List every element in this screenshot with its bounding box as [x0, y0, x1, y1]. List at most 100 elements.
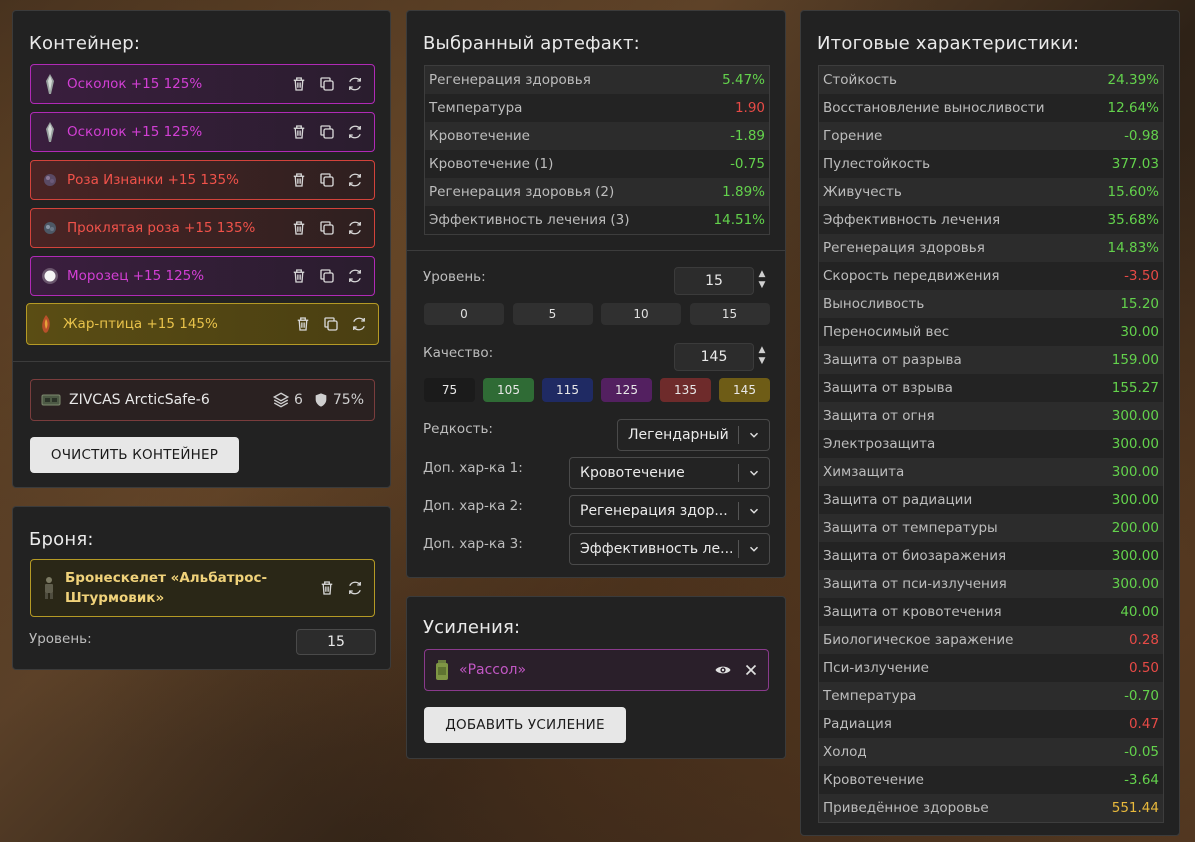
stat-value: 15.20: [1120, 296, 1159, 312]
quality-input[interactable]: 145: [674, 343, 754, 371]
eye-icon[interactable]: [714, 661, 732, 679]
trash-icon[interactable]: [290, 267, 308, 285]
close-icon[interactable]: [742, 661, 760, 679]
chevron-down-icon: [739, 428, 769, 442]
copy-icon[interactable]: [318, 123, 336, 141]
level-step-button[interactable]: 5: [512, 303, 593, 325]
extra2-select[interactable]: Регенерация здор...: [569, 495, 770, 527]
trash-icon[interactable]: [290, 171, 308, 189]
container-item[interactable]: Осколок +15 125%: [30, 112, 375, 152]
container-item[interactable]: Роза Изнанки +15 135%: [30, 160, 375, 200]
armor-actions: [318, 579, 364, 597]
stat-label: Биологическое заражение: [823, 632, 1014, 648]
replace-icon[interactable]: [346, 579, 364, 597]
trash-icon[interactable]: [294, 315, 312, 333]
case-icon: [41, 393, 61, 407]
stat-label: Регенерация здоровья (2): [429, 184, 615, 200]
armor-level-input[interactable]: 15: [296, 629, 376, 655]
quality-step-button[interactable]: 125: [601, 378, 652, 402]
replace-icon[interactable]: [346, 219, 364, 237]
stat-label: Кровотечение (1): [429, 156, 554, 172]
stat-value: 12.64%: [1107, 100, 1159, 116]
extra1-value: Кровотечение: [580, 465, 685, 481]
stat-row: Защита от взрыва 155.27: [819, 374, 1163, 402]
replace-icon[interactable]: [346, 123, 364, 141]
stat-row: Горение -0.98: [819, 122, 1163, 150]
totals-panel: Итоговые характеристики: Стойкость 24.39%…: [800, 10, 1180, 836]
stat-value: 300.00: [1111, 408, 1159, 424]
extra3-value: Эффективность ле...: [580, 541, 734, 557]
copy-icon[interactable]: [318, 171, 336, 189]
case-item[interactable]: ZIVCAS ArcticSafe-6 6 75%: [30, 379, 375, 421]
artifact-icon: [41, 73, 59, 95]
replace-icon[interactable]: [346, 171, 364, 189]
container-item-name: Проклятая роза +15 135%: [67, 220, 256, 236]
stat-row: Химзащита 300.00: [819, 458, 1163, 486]
copy-icon[interactable]: [322, 315, 340, 333]
stat-value: -3.50: [1124, 268, 1159, 284]
container-item[interactable]: Морозец +15 125%: [30, 256, 375, 296]
trash-icon[interactable]: [318, 579, 336, 597]
stat-row: Защита от пси-излучения 300.00: [819, 570, 1163, 598]
boost-item[interactable]: «Рассол»: [424, 649, 769, 691]
quality-step-button[interactable]: 75: [424, 378, 475, 402]
extra1-select[interactable]: Кровотечение: [569, 457, 770, 489]
trash-icon[interactable]: [290, 75, 308, 93]
artifact-panel: Выбранный артефакт: Регенерация здоровья…: [406, 10, 786, 578]
stat-label: Эффективность лечения: [823, 212, 1001, 228]
extra3-label: Доп. хар-ка 3:: [423, 536, 523, 552]
stat-label: Холод: [823, 744, 867, 760]
stat-value: -0.98: [1124, 128, 1159, 144]
copy-icon[interactable]: [318, 267, 336, 285]
quality-step-button[interactable]: 115: [542, 378, 593, 402]
replace-icon[interactable]: [346, 75, 364, 93]
level-input[interactable]: 15: [674, 267, 754, 295]
replace-icon[interactable]: [350, 315, 368, 333]
armor-item[interactable]: Бронескелет «Альбатрос-Штурмовик»: [30, 559, 375, 617]
stat-label: Выносливость: [823, 296, 925, 312]
item-actions: [290, 219, 364, 237]
copy-icon[interactable]: [318, 75, 336, 93]
quality-step-button[interactable]: 145: [719, 378, 770, 402]
stat-row: Переносимый вес 30.00: [819, 318, 1163, 346]
stat-label: Защита от радиации: [823, 492, 973, 508]
stat-label: Горение: [823, 128, 883, 144]
stat-label: Защита от пси-излучения: [823, 576, 1007, 592]
rarity-select[interactable]: Легендарный: [617, 419, 770, 451]
boosts-title: Усиления:: [423, 617, 521, 638]
quality-step-button[interactable]: 105: [483, 378, 534, 402]
stat-label: Пулестойкость: [823, 156, 931, 172]
stat-value: 551.44: [1111, 800, 1159, 816]
trash-icon[interactable]: [290, 219, 308, 237]
stat-row: Регенерация здоровья (2) 1.89%: [425, 178, 769, 206]
totals-stats-table: Стойкость 24.39% Восстановление выносливос…: [818, 65, 1164, 823]
stat-value: 300.00: [1111, 492, 1159, 508]
stat-row: Биологическое заражение 0.28: [819, 626, 1163, 654]
replace-icon[interactable]: [346, 267, 364, 285]
armor-title: Броня:: [29, 529, 94, 550]
stat-label: Защита от кровотечения: [823, 604, 1002, 620]
stat-value: 300.00: [1111, 548, 1159, 564]
level-step-button[interactable]: 15: [689, 303, 770, 325]
level-spinner[interactable]: ▲ ▼: [757, 269, 767, 293]
stat-label: Защита от взрыва: [823, 380, 953, 396]
extra3-select[interactable]: Эффективность ле...: [569, 533, 770, 565]
stat-value: 1.89%: [722, 184, 765, 200]
quality-spinner[interactable]: ▲ ▼: [757, 345, 767, 369]
level-step-button[interactable]: 10: [601, 303, 681, 325]
trash-icon[interactable]: [290, 123, 308, 141]
container-item[interactable]: Осколок +15 125%: [30, 64, 375, 104]
stat-value: 24.39%: [1107, 72, 1159, 88]
clear-container-button[interactable]: ОЧИСТИТЬ КОНТЕЙНЕР: [30, 437, 239, 473]
copy-icon[interactable]: [318, 219, 336, 237]
chevron-down-icon: [739, 504, 769, 518]
level-step-button[interactable]: 0: [424, 303, 504, 325]
add-boost-button[interactable]: ДОБАВИТЬ УСИЛЕНИЕ: [424, 707, 626, 743]
case-slots-value: 6: [293, 392, 303, 408]
stat-value: 300.00: [1111, 464, 1159, 480]
container-item[interactable]: Жар-птица +15 145%: [26, 303, 379, 345]
quality-step-button[interactable]: 135: [660, 378, 711, 402]
container-item[interactable]: Проклятая роза +15 135%: [30, 208, 375, 248]
stat-row: Кровотечение (1) -0.75: [425, 150, 769, 178]
stat-row: Защита от огня 300.00: [819, 402, 1163, 430]
